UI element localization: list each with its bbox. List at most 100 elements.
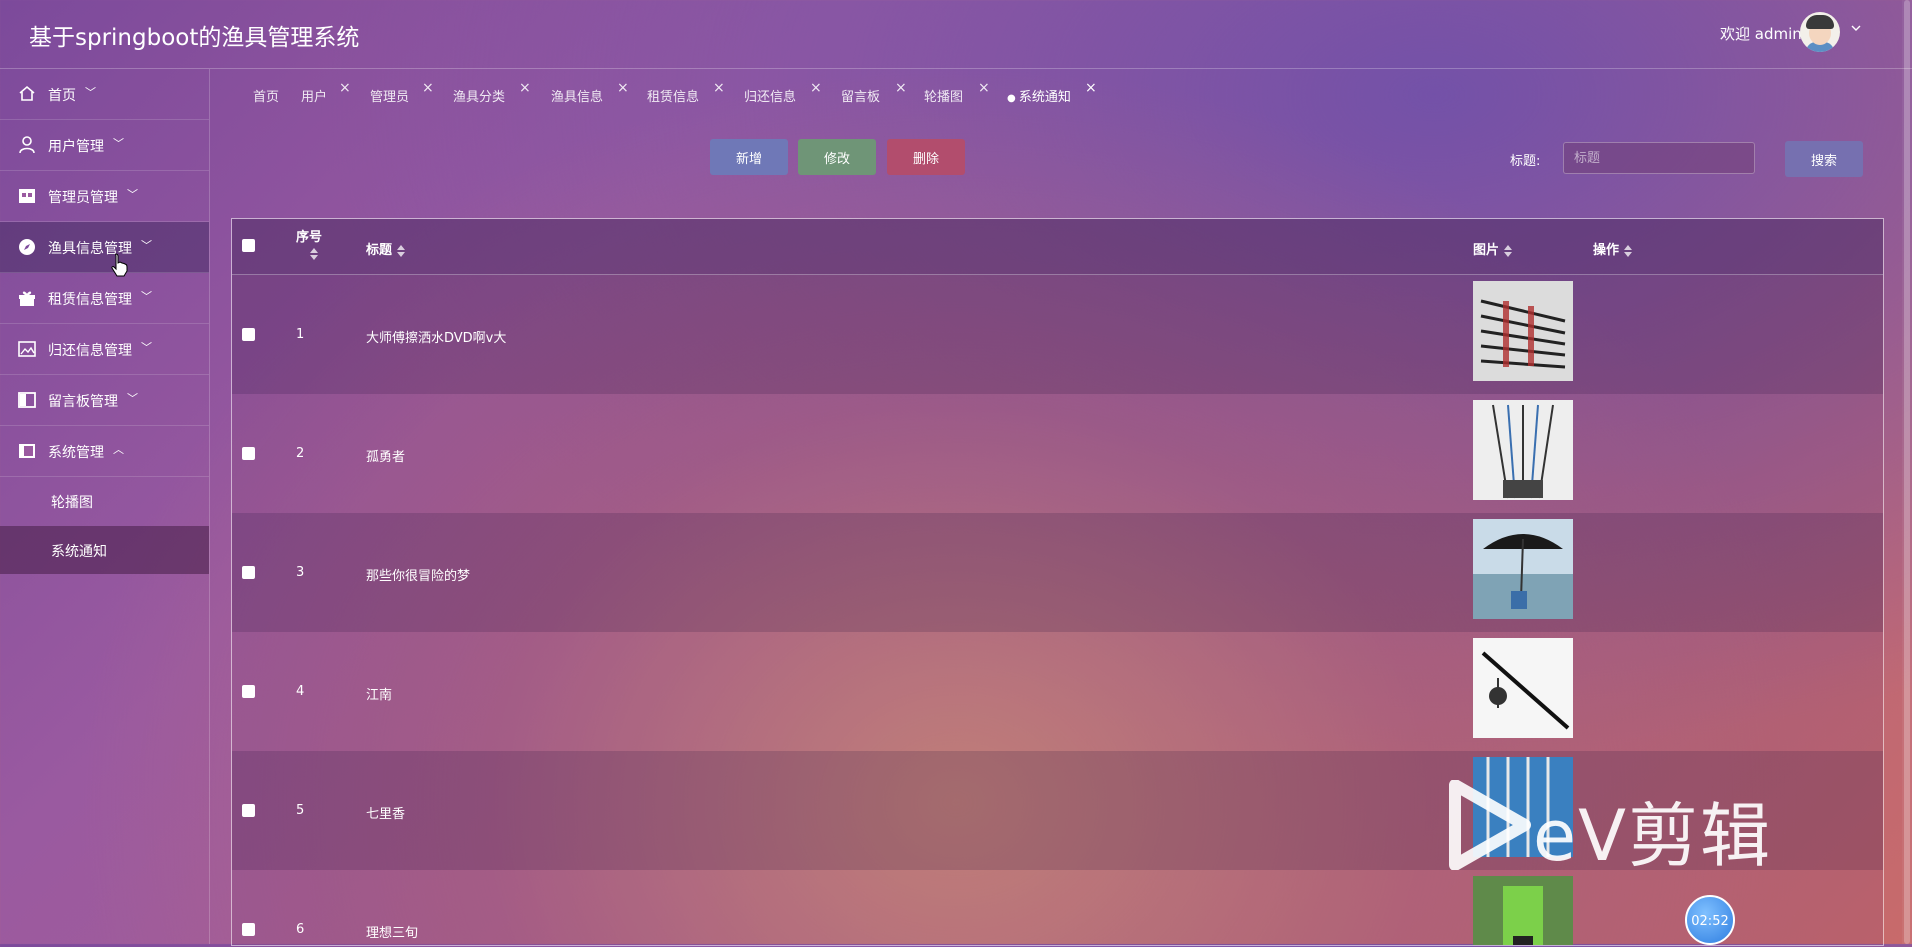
- table-header: 序号 标题 图片 操作: [232, 219, 1883, 275]
- table-row[interactable]: 6 理想三旬: [232, 870, 1883, 945]
- sidebar-item-label: 系统管理: [48, 445, 104, 461]
- tab-messages[interactable]: 留言板 ×: [841, 80, 907, 105]
- sidebar-item-gear-info[interactable]: 渔具信息管理 ﹀: [0, 222, 209, 273]
- sort-icon[interactable]: [1504, 244, 1513, 257]
- sidebar-item-admins[interactable]: 管理员管理 ﹀: [0, 171, 209, 222]
- table-row[interactable]: 1 大师傅擦洒水DVD啊v大: [232, 275, 1883, 394]
- sidebar-item-label: 留言板管理: [48, 394, 118, 410]
- tab-label: 首页: [253, 90, 280, 105]
- avatar[interactable]: [1800, 12, 1840, 52]
- close-icon[interactable]: ×: [617, 80, 629, 96]
- row-image[interactable]: [1473, 638, 1573, 738]
- sort-icon[interactable]: [397, 244, 406, 257]
- play-logo-icon: [1449, 780, 1531, 870]
- chevron-down-icon: ﹀: [85, 86, 96, 99]
- hand-cursor-icon: [111, 253, 129, 277]
- tab-label: 轮播图: [924, 90, 964, 105]
- sort-icon[interactable]: [310, 248, 318, 260]
- sidebar-subitem-notices[interactable]: 系统通知: [0, 526, 209, 574]
- row-image[interactable]: [1473, 519, 1573, 619]
- row-checkbox[interactable]: [242, 685, 255, 698]
- sidebar-subitem-label: 轮播图: [51, 495, 93, 511]
- row-image[interactable]: [1473, 876, 1573, 945]
- sidebar-item-return[interactable]: 归还信息管理 ﹀: [0, 324, 209, 375]
- sidebar: 首页 ﹀ 用户管理 ﹀ 管理员管理 ﹀ 渔具信息管理 ﹀ 租赁信息管理 ﹀ 归还…: [0, 69, 210, 944]
- close-icon[interactable]: ×: [895, 80, 907, 96]
- close-icon[interactable]: ×: [978, 80, 990, 96]
- scrollbar-thumb[interactable]: [1904, 0, 1910, 944]
- tab-return[interactable]: 归还信息 ×: [744, 80, 822, 105]
- close-icon[interactable]: ×: [810, 80, 822, 96]
- sidebar-item-system[interactable]: 系统管理 ︿: [0, 426, 209, 477]
- sidebar-item-label: 首页: [48, 88, 76, 104]
- tab-system-notices[interactable]: ● 系统通知 ×: [1007, 80, 1097, 105]
- row-index: 1: [296, 327, 305, 342]
- tab-label: 渔具信息: [551, 90, 604, 105]
- column-header-label: 操作: [1593, 243, 1620, 258]
- search-input[interactable]: [1563, 142, 1755, 174]
- tab-gear-category[interactable]: 渔具分类 ×: [453, 80, 531, 105]
- active-dot-icon: ●: [1007, 93, 1019, 104]
- tab-carousel[interactable]: 轮播图 ×: [924, 80, 990, 105]
- close-icon[interactable]: ×: [1085, 80, 1097, 96]
- row-image[interactable]: [1473, 281, 1573, 381]
- sidebar-subitem-carousel[interactable]: 轮播图: [0, 477, 209, 525]
- chevron-down-icon: ﹀: [113, 137, 124, 150]
- row-checkbox[interactable]: [242, 804, 255, 817]
- delete-button[interactable]: 删除: [887, 139, 965, 175]
- top-header: 基于springboot的渔具管理系统 欢迎 admin: [0, 0, 1912, 69]
- table-row[interactable]: 2 孤勇者: [232, 394, 1883, 513]
- sidebar-item-messages[interactable]: 留言板管理 ﹀: [0, 375, 209, 426]
- column-header-index[interactable]: 序号: [296, 226, 322, 260]
- row-title: 理想三旬: [366, 926, 419, 941]
- picture-icon: [17, 339, 37, 359]
- tab-rental[interactable]: 租赁信息 ×: [647, 80, 725, 105]
- sidebar-item-label: 管理员管理: [48, 190, 118, 206]
- sidebar-subitem-label: 系统通知: [51, 544, 107, 560]
- select-all-checkbox[interactable]: [242, 239, 255, 252]
- search-button[interactable]: 搜索: [1785, 141, 1863, 177]
- tab-home[interactable]: 首页: [253, 86, 279, 105]
- row-title: 大师傅擦洒水DVD啊v大: [366, 331, 507, 346]
- gift-icon: [17, 288, 37, 308]
- welcome-text: 欢迎 admin: [1720, 25, 1802, 43]
- row-image[interactable]: [1473, 400, 1573, 500]
- ev-watermark: eV剪辑: [1445, 780, 1815, 877]
- tab-admins[interactable]: 管理员 ×: [370, 80, 434, 105]
- add-button[interactable]: 新增: [710, 139, 788, 175]
- close-icon[interactable]: ×: [713, 80, 725, 96]
- row-index: 3: [296, 565, 305, 580]
- table-row[interactable]: 3 那些你很冒险的梦: [232, 513, 1883, 632]
- table-row[interactable]: 4 江南: [232, 632, 1883, 751]
- tab-gear-info[interactable]: 渔具信息 ×: [551, 80, 629, 105]
- sidebar-item-home[interactable]: 首页 ﹀: [0, 69, 209, 120]
- sidebar-item-rental[interactable]: 租赁信息管理 ﹀: [0, 273, 209, 324]
- tab-users[interactable]: 用户 ×: [301, 80, 351, 105]
- sidebar-item-users[interactable]: 用户管理 ﹀: [0, 120, 209, 171]
- row-checkbox[interactable]: [242, 447, 255, 460]
- column-header-image[interactable]: 图片: [1473, 239, 1513, 258]
- tab-label: 管理员: [370, 90, 410, 105]
- sidebar-item-label: 归还信息管理: [48, 343, 132, 359]
- row-checkbox[interactable]: [242, 328, 255, 341]
- tab-label: 渔具分类: [453, 90, 506, 105]
- row-title: 江南: [366, 688, 393, 703]
- page-scrollbar[interactable]: [1902, 0, 1912, 944]
- column-header-title[interactable]: 标题: [366, 239, 406, 258]
- chevron-down-icon[interactable]: [1850, 22, 1862, 38]
- sort-icon[interactable]: [1624, 244, 1633, 257]
- close-icon[interactable]: ×: [422, 80, 434, 96]
- chevron-down-icon: ﹀: [141, 239, 152, 252]
- row-checkbox[interactable]: [242, 566, 255, 579]
- recording-timer: 02:52: [1685, 895, 1735, 945]
- chevron-down-icon: ﹀: [141, 341, 152, 354]
- row-checkbox[interactable]: [242, 923, 255, 936]
- close-icon[interactable]: ×: [339, 80, 351, 96]
- chevron-down-icon: ﹀: [141, 290, 152, 303]
- app-title: 基于springboot的渔具管理系统: [29, 25, 360, 51]
- column-header-label: 标题: [366, 243, 393, 258]
- close-icon[interactable]: ×: [519, 80, 531, 96]
- edit-button[interactable]: 修改: [798, 139, 876, 175]
- column-header-actions[interactable]: 操作: [1593, 239, 1633, 258]
- chevron-up-icon: ︿: [113, 443, 124, 456]
